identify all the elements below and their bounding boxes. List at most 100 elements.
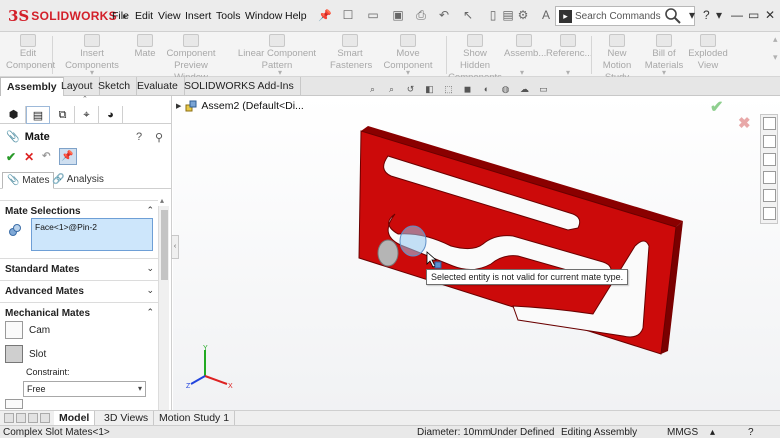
minimize-icon[interactable]: —: [731, 8, 743, 22]
exploded-view-button[interactable]: Exploded View: [686, 34, 730, 72]
mate-button[interactable]: Mate: [130, 34, 160, 60]
cancel-x-icon[interactable]: ✕: [24, 150, 34, 164]
previous-view-icon[interactable]: ↺: [405, 84, 416, 95]
customize-icon[interactable]: A: [538, 7, 554, 23]
pin-highlighted-face[interactable]: [399, 225, 427, 257]
menu-window[interactable]: Window: [245, 10, 282, 22]
menu-file[interactable]: File: [112, 10, 129, 22]
reference-geometry-dropdown-icon[interactable]: ▾: [566, 68, 570, 77]
tab-evaluate[interactable]: Evaluate: [131, 77, 185, 96]
scroll-up-icon[interactable]: ▴: [160, 196, 164, 205]
expand-chevron-icon[interactable]: ⌄: [146, 285, 154, 296]
tab-mates[interactable]: 📎 Mates: [2, 172, 55, 189]
edit-component-button[interactable]: Edit Component: [6, 34, 55, 72]
expand-chevron-icon[interactable]: ⌄: [146, 263, 154, 274]
options-gear-icon[interactable]: ⚙: [515, 7, 531, 23]
panel-collapse-icon[interactable]: ⌃: [82, 95, 88, 103]
slot-plate-model[interactable]: [173, 96, 780, 410]
rebuild-icon[interactable]: ▯: [485, 7, 501, 23]
last-tab-icon[interactable]: [40, 413, 50, 423]
undo-icon[interactable]: ↶: [436, 7, 452, 23]
ok-check-icon[interactable]: ✔: [6, 150, 16, 164]
cam-mate-option[interactable]: Cam: [5, 319, 155, 341]
assembly-features-dropdown-icon[interactable]: ▾: [520, 68, 524, 77]
feature-manager-tab-icon[interactable]: ⬢: [2, 106, 26, 124]
tab-solidworks-addins[interactable]: SOLIDWORKS Add-Ins: [178, 77, 301, 96]
advanced-mates-section[interactable]: Advanced Mates ⌄: [0, 280, 158, 300]
new-document-icon[interactable]: ☐: [340, 7, 356, 23]
pin-icon[interactable]: 📌: [318, 9, 332, 22]
selected-entity[interactable]: Face<1>@Pin-2: [35, 222, 97, 232]
help-icon[interactable]: ?: [703, 8, 710, 22]
menu-tools[interactable]: Tools: [216, 10, 241, 22]
undo-icon[interactable]: ↶: [42, 151, 50, 162]
tab-3d-views[interactable]: 3D Views: [99, 411, 155, 426]
first-tab-icon[interactable]: [4, 413, 14, 423]
help-icon[interactable]: ?: [136, 131, 142, 143]
zoom-to-fit-icon[interactable]: ⌕: [367, 84, 378, 95]
insert-components-dropdown-icon[interactable]: ▾: [90, 68, 94, 77]
dimxpert-tab-icon[interactable]: ⌖: [75, 106, 99, 124]
assembly-features-button[interactable]: Assemb...: [504, 34, 546, 60]
next-tab-icon[interactable]: [28, 413, 38, 423]
standard-mates-section[interactable]: Standard Mates ⌄: [0, 258, 158, 278]
search-menu-icon[interactable]: ▸: [559, 9, 572, 23]
view-settings-icon[interactable]: ▭: [538, 84, 549, 95]
constraint-select[interactable]: Free ▾: [23, 381, 146, 397]
tab-model[interactable]: Model: [54, 411, 96, 426]
smart-fasteners-button[interactable]: Smart Fasteners: [330, 34, 372, 72]
edit-appearance-icon[interactable]: ◍: [500, 84, 511, 95]
save-icon[interactable]: ▣: [390, 7, 406, 23]
view-orientation-icon[interactable]: ⬚: [443, 84, 454, 95]
apply-scene-icon[interactable]: ☁: [519, 84, 530, 95]
print-icon[interactable]: ⎙: [413, 7, 429, 23]
status-help-icon[interactable]: ?: [748, 427, 754, 438]
zoom-area-icon[interactable]: ⌕: [386, 84, 397, 95]
open-folder-icon[interactable]: ▭: [365, 7, 381, 23]
move-component-button[interactable]: Move Component: [372, 34, 444, 72]
keep-visible-pin-icon[interactable]: 📌: [58, 148, 77, 165]
insert-components-button[interactable]: Insert Components: [54, 34, 130, 72]
pushpin-icon[interactable]: ⚲: [155, 131, 163, 144]
mate-selections-list[interactable]: Face<1>@Pin-2: [31, 218, 153, 251]
collapse-chevron-icon[interactable]: ⌃: [146, 205, 154, 216]
search-icon[interactable]: [664, 7, 682, 25]
scrollbar-thumb[interactable]: [161, 210, 168, 280]
reference-triad[interactable]: Y X Z: [183, 344, 243, 389]
close-icon[interactable]: ✕: [765, 8, 775, 22]
ribbon-scroll-up-icon[interactable]: ▴: [773, 34, 778, 45]
graphics-area[interactable]: ‹ ▶ Assem2 (Default<Di... ⌕ ⌕ ↺ ◧ ⬚ ◼ ◐ …: [171, 84, 780, 410]
property-manager-tab-icon[interactable]: ▤: [26, 106, 50, 124]
tab-motion-study-1[interactable]: Motion Study 1: [154, 411, 236, 426]
display-style-icon[interactable]: ◼: [462, 84, 473, 95]
mate-selections-section[interactable]: Mate Selections ⌃: [0, 200, 158, 220]
units-dropdown-icon[interactable]: ▴: [710, 427, 715, 438]
collapse-chevron-icon[interactable]: ⌃: [146, 307, 154, 318]
linear-pattern-button[interactable]: Linear Component Pattern: [226, 34, 328, 72]
search-dropdown-icon[interactable]: ▾: [689, 8, 695, 22]
next-mate-option[interactable]: [5, 399, 155, 409]
panel-scrollbar[interactable]: ▴: [158, 196, 169, 410]
reference-geometry-button[interactable]: Referenc...: [546, 34, 592, 60]
menu-view[interactable]: View: [158, 10, 181, 22]
select-arrow-icon[interactable]: ↖: [460, 7, 476, 23]
tab-analysis[interactable]: 🔗 Analysis: [48, 172, 108, 189]
menu-insert[interactable]: Insert: [185, 10, 211, 22]
linear-pattern-dropdown-icon[interactable]: ▾: [278, 68, 282, 77]
slot-mate-option[interactable]: Slot: [5, 343, 155, 365]
section-view-icon[interactable]: ◧: [424, 84, 435, 95]
restore-icon[interactable]: ▭: [748, 8, 759, 22]
menu-edit[interactable]: Edit: [135, 10, 153, 22]
ribbon-scroll-down-icon[interactable]: ▾: [773, 52, 778, 63]
help-dropdown-icon[interactable]: ▾: [716, 8, 722, 22]
display-manager-tab-icon[interactable]: ◕: [99, 106, 123, 124]
bom-dropdown-icon[interactable]: ▾: [662, 68, 666, 77]
hide-show-icon[interactable]: ◐: [481, 84, 492, 95]
move-component-dropdown-icon[interactable]: ▾: [406, 68, 410, 77]
configuration-manager-tab-icon[interactable]: ⧉: [51, 106, 75, 124]
menu-help[interactable]: Help: [285, 10, 307, 22]
file-properties-icon[interactable]: ▤: [500, 7, 516, 23]
status-units[interactable]: MMGS: [667, 427, 698, 438]
solidworks-logo[interactable]: 3S SOLIDWORKS ▸: [8, 7, 127, 25]
bill-of-materials-button[interactable]: Bill of Materials: [644, 34, 684, 72]
